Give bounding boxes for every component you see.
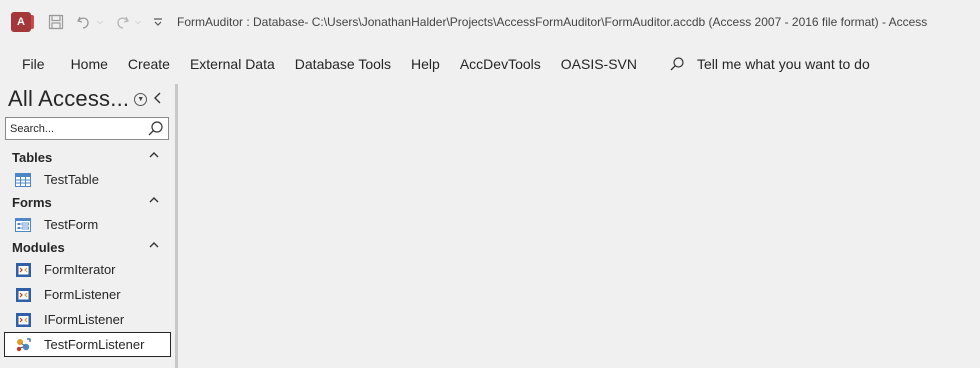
nav-item-formlistener[interactable]: FormListener [0, 282, 175, 307]
ribbon-tabs: File Home Create External Data Database … [0, 44, 980, 84]
nav-item-testform[interactable]: TestForm [0, 212, 175, 237]
nav-item-formiterator[interactable]: FormIterator [0, 257, 175, 282]
class-module-icon [14, 336, 32, 354]
module-icon [14, 261, 32, 279]
document-workspace [178, 84, 980, 368]
nav-item-label: IFormListener [44, 312, 125, 327]
chevron-up-icon [149, 193, 159, 207]
title-bar: A ⌵ ⌵ FormAuditor : Database- C:\Users\J… [0, 0, 980, 44]
tab-database-tools[interactable]: Database Tools [285, 56, 401, 72]
shutter-bar-collapse-icon[interactable] [153, 89, 163, 110]
group-header-tables[interactable]: Tables [0, 146, 175, 168]
nav-item-testtable[interactable]: TestTable [0, 167, 175, 192]
nav-header[interactable]: All Access... ▼ [0, 84, 175, 114]
nav-search-input[interactable] [10, 122, 140, 135]
group-label: Tables [12, 149, 53, 165]
tab-accdevtools[interactable]: AccDevTools [450, 56, 551, 72]
module-icon [14, 311, 32, 329]
customize-toolbar-icon[interactable] [151, 10, 165, 34]
table-icon [14, 171, 32, 189]
lightbulb-search-icon [670, 57, 684, 71]
nav-item-label: FormListener [44, 287, 121, 302]
nav-search-box[interactable] [5, 117, 169, 140]
redo-dropdown-icon[interactable]: ⌵ [133, 10, 143, 34]
access-logo-icon[interactable]: A [11, 12, 34, 32]
redo-icon[interactable] [111, 10, 133, 34]
undo-dropdown-icon[interactable]: ⌵ [95, 10, 105, 34]
nav-menu-dropdown-icon[interactable]: ▼ [134, 92, 148, 106]
group-header-forms[interactable]: Forms [0, 191, 175, 213]
form-icon [14, 216, 32, 234]
chevron-up-icon [149, 148, 159, 162]
nav-item-testformlistener[interactable]: TestFormListener [4, 332, 171, 357]
navigation-pane: All Access... ▼ Tables TestTable Forms [0, 84, 175, 368]
tell-me-text: Tell me what you want to do [697, 56, 870, 72]
save-icon[interactable] [45, 10, 67, 34]
chevron-up-icon [149, 238, 159, 252]
nav-item-label: TestFormListener [44, 337, 145, 352]
tab-file[interactable]: File [0, 56, 61, 72]
tab-external-data[interactable]: External Data [180, 56, 285, 72]
tab-home[interactable]: Home [61, 56, 118, 72]
tab-create[interactable]: Create [118, 56, 180, 72]
nav-item-label: TestForm [44, 217, 99, 232]
group-label: Modules [12, 239, 65, 255]
tab-oasis-svn[interactable]: OASIS-SVN [551, 56, 647, 72]
tell-me-box[interactable]: Tell me what you want to do [669, 56, 870, 72]
nav-title: All Access... [8, 86, 130, 111]
nav-item-iformlistener[interactable]: IFormListener [0, 307, 175, 332]
search-icon[interactable] [147, 120, 164, 142]
access-logo-letter: A [17, 16, 25, 28]
window-title: FormAuditor : Database- C:\Users\Jonatha… [177, 15, 928, 29]
group-header-modules[interactable]: Modules [0, 236, 175, 258]
nav-item-label: FormIterator [44, 262, 116, 277]
undo-icon[interactable] [73, 10, 95, 34]
nav-item-label: TestTable [44, 172, 99, 187]
module-icon [14, 286, 32, 304]
group-label: Forms [12, 194, 52, 210]
tab-help[interactable]: Help [401, 56, 450, 72]
